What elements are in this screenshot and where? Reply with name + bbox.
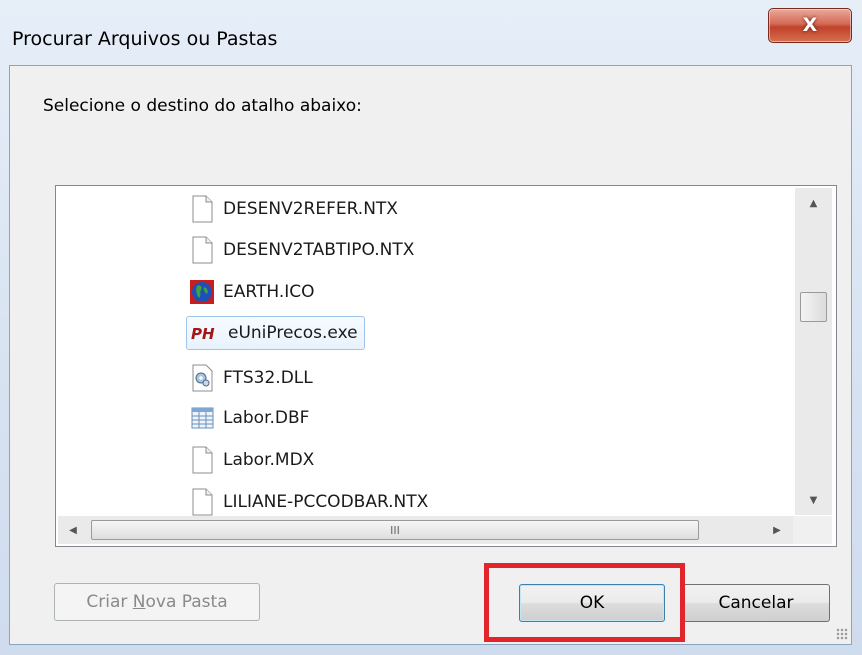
tree-item-label: Labor.MDX [223, 450, 315, 470]
tree-item[interactable]: Labor.MDX [186, 443, 320, 477]
tree-item[interactable]: Labor.DBF [186, 401, 315, 435]
ok-highlight-annotation [484, 563, 685, 642]
new-folder-label-pre: Criar [86, 592, 133, 612]
new-folder-button[interactable]: Criar Nova Pasta [54, 583, 260, 621]
folder-tree[interactable] [55, 185, 837, 547]
tree-item[interactable]: EARTH.ICO [186, 275, 320, 309]
tree-item-label: Labor.DBF [223, 408, 310, 428]
window-title: Procurar Arquivos ou Pastas [12, 28, 278, 50]
tree-item-selected[interactable]: PH eUniPrecos.exe [186, 316, 365, 350]
resize-grip-icon[interactable] [836, 628, 848, 640]
tree-item-label: FTS32.DLL [223, 368, 313, 388]
scroll-left-arrow-icon[interactable]: ◀ [58, 516, 88, 544]
ph-app-icon: PH [190, 319, 220, 347]
tree-item-label: LILIANE-PCCODBAR.NTX [223, 492, 429, 512]
scroll-right-arrow-icon[interactable]: ▶ [762, 516, 792, 544]
blank-file-icon [189, 195, 215, 223]
earth-icon [189, 278, 215, 306]
tree-item[interactable]: DESENV2TABTIPO.NTX [186, 233, 420, 267]
scroll-grip-icon: III [390, 523, 400, 537]
scrollbar-corner [793, 516, 832, 544]
vertical-scroll-thumb[interactable] [800, 292, 827, 322]
blank-file-icon [189, 236, 215, 264]
horizontal-scroll-thumb[interactable]: III [91, 520, 699, 540]
dll-gear-icon [189, 364, 215, 392]
tree-item[interactable]: DESENV2REFER.NTX [186, 192, 404, 226]
ph-app-icon-text: PH [191, 325, 215, 343]
tree-item-label: EARTH.ICO [223, 282, 315, 302]
horizontal-scrollbar[interactable]: ◀ III ▶ [58, 516, 793, 544]
close-button[interactable]: X [768, 8, 852, 43]
blank-file-icon [189, 488, 215, 516]
instruction-text: Selecione o destino do atalho abaixo: [43, 96, 362, 116]
tree-item-label: eUniPrecos.exe [228, 323, 358, 343]
browse-dialog: Procurar Arquivos ou Pastas X Selecione … [0, 0, 862, 655]
cancel-button[interactable]: Cancelar [682, 584, 830, 622]
tree-item[interactable]: FTS32.DLL [186, 361, 319, 395]
scroll-down-arrow-icon[interactable]: ▼ [795, 485, 832, 515]
scroll-up-arrow-icon[interactable]: ▲ [795, 188, 832, 218]
tree-item-label: DESENV2REFER.NTX [223, 199, 398, 219]
new-folder-label-post: ova Pasta [145, 592, 228, 612]
blank-file-icon [189, 446, 215, 474]
new-folder-label-hotkey: N [132, 592, 146, 612]
cancel-button-label: Cancelar [718, 593, 794, 613]
table-file-icon [189, 404, 215, 432]
vertical-scrollbar[interactable]: ▲ ▼ [795, 188, 832, 515]
tree-item-label: DESENV2TABTIPO.NTX [223, 240, 415, 260]
title-bar[interactable]: Procurar Arquivos ou Pastas X [0, 0, 862, 60]
close-icon: X [802, 14, 818, 36]
tree-item[interactable]: LILIANE-PCCODBAR.NTX [186, 485, 434, 519]
